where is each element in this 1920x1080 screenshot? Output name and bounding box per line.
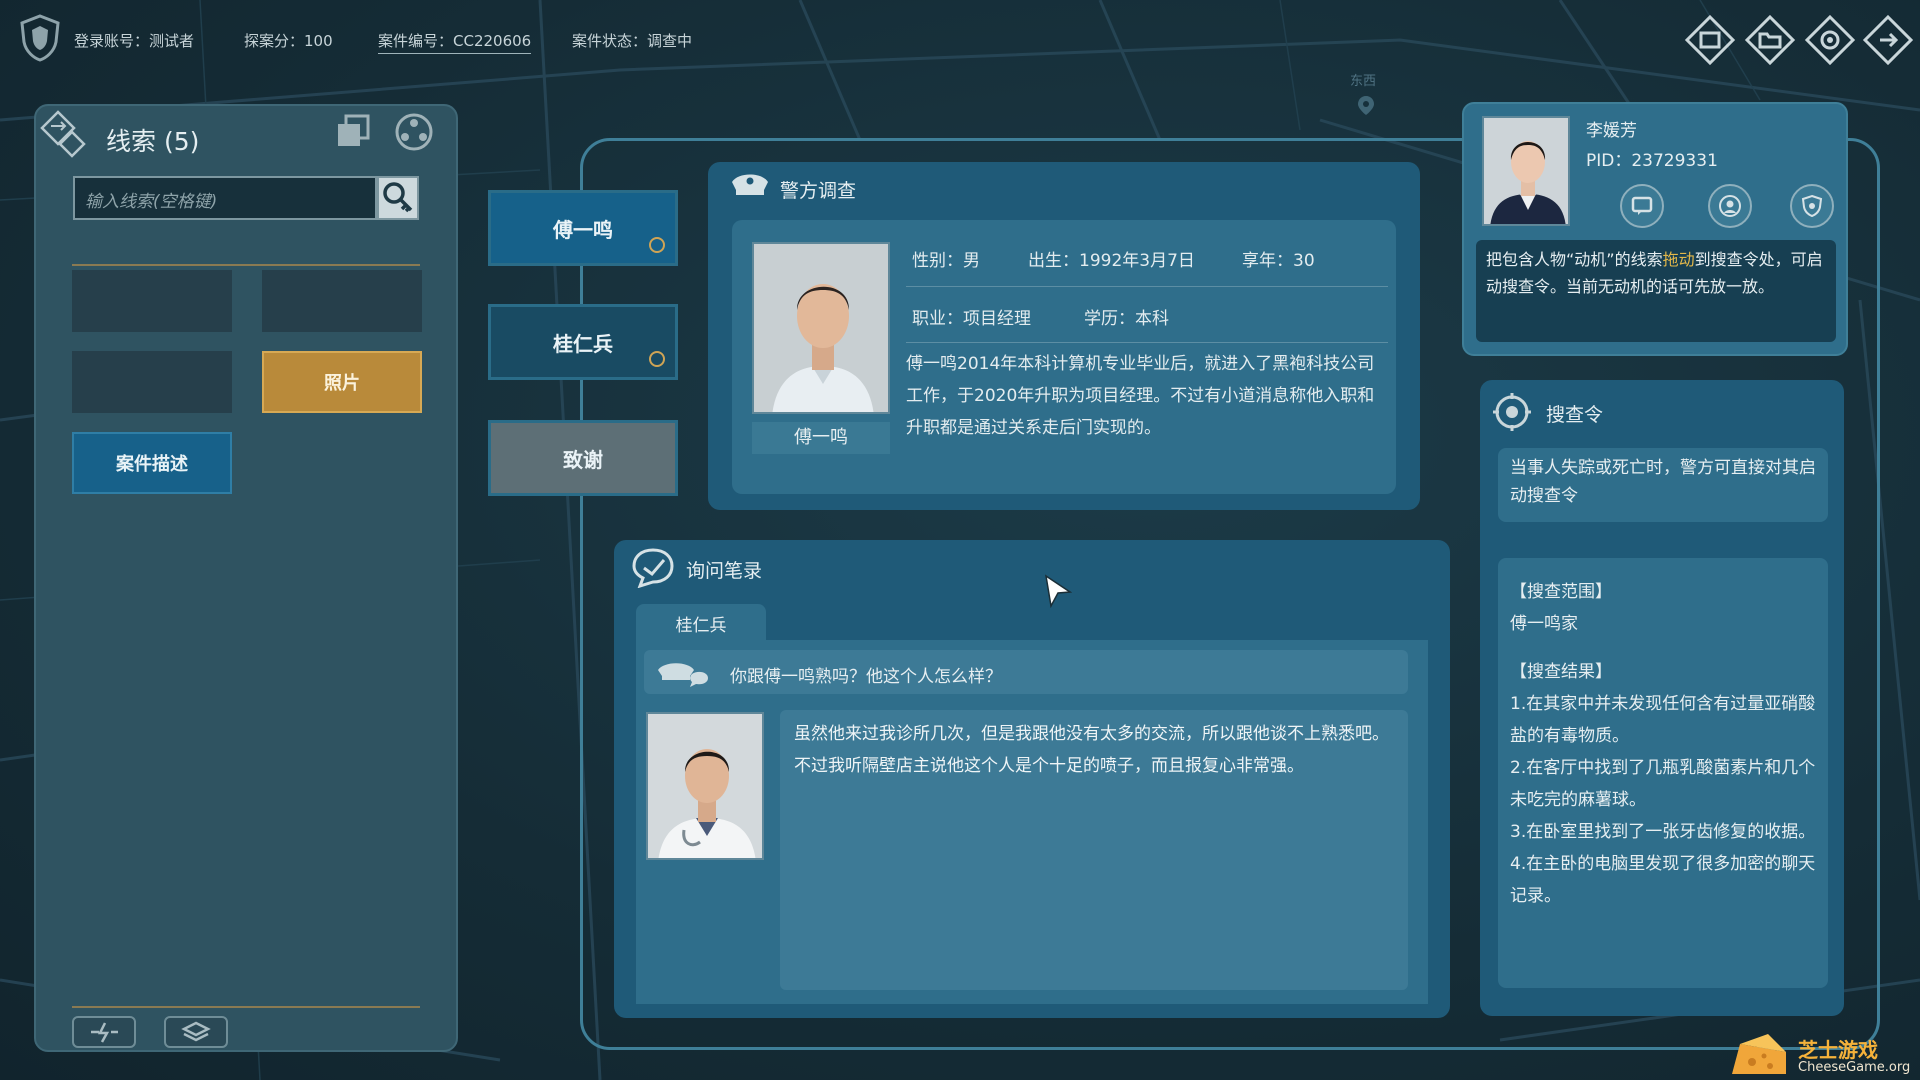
- search-order-target-icon: [1492, 392, 1532, 432]
- police-investigation-title: 警方调查: [780, 180, 857, 202]
- search-scope-value: 傅一鸣家: [1510, 614, 1578, 634]
- shield-icon: [1801, 194, 1823, 218]
- profile-divider: [906, 342, 1388, 343]
- question-row: 你跟傅一鸣熟吗？他这个人怎么样？: [644, 650, 1408, 694]
- folder-icon[interactable]: [1744, 14, 1796, 66]
- watermark-cn: 芝士游戏: [1798, 1038, 1878, 1062]
- account-label: 登录账号：: [74, 32, 150, 50]
- lightning-icon: [91, 1022, 118, 1043]
- new-info-dot-icon: [649, 351, 665, 367]
- answer-text: 虽然他来过我诊所几次，但是我跟他没有太多的交流，所以跟他谈不上熟悉吧。不过我听隔…: [780, 710, 1408, 990]
- clue-sort-icon[interactable]: [38, 108, 92, 162]
- police-hat-icon: [728, 168, 772, 202]
- case-id-value: CC220606: [453, 32, 532, 50]
- victim-portrait: [752, 242, 890, 414]
- search-result-item: 3.在卧室里找到了一张牙齿修复的收据。: [1510, 822, 1816, 842]
- score-value: 100: [304, 32, 333, 50]
- officer-portrait: [1482, 116, 1570, 226]
- police-officer-icon: [654, 656, 712, 688]
- map-label: 东西: [1350, 74, 1377, 89]
- account-value: 测试者: [149, 32, 195, 50]
- clue-slot-empty[interactable]: [72, 351, 232, 413]
- person-tab-thanks[interactable]: 致谢: [488, 420, 678, 496]
- clue-panel: [34, 104, 458, 1052]
- question-text: 你跟傅一鸣熟吗？他这个人怎么样？: [730, 667, 1002, 687]
- clue-divider-bottom: [72, 1006, 420, 1008]
- victim-birth: 出生：1992年3月7日: [1028, 251, 1195, 271]
- search-scope-title: 【搜查范围】: [1510, 582, 1612, 602]
- clue-search-input[interactable]: 输入线索(空格键): [73, 176, 377, 220]
- quick-action-button[interactable]: [72, 1016, 136, 1048]
- search-result-item: 1.在其家中并未发现任何含有过量亚硝酸盐的有毒物质。: [1510, 694, 1816, 746]
- clue-slot-empty[interactable]: [72, 270, 232, 332]
- clue-slot-empty[interactable]: [262, 270, 422, 332]
- officer-name: 李媛芳: [1586, 121, 1637, 141]
- police-badge-logo-icon: [18, 14, 62, 62]
- person-tab-label: 傅一鸣: [553, 217, 613, 242]
- score-label: 探案分：: [244, 32, 305, 50]
- officer-hint: 把包含人物“动机”的线索拖动到搜查令处，可启动搜查令。当前无动机的话可先放一放。: [1476, 240, 1836, 342]
- case-status-info: 案件状态：调查中: [572, 30, 692, 51]
- account-info: 登录账号：测试者: [74, 30, 194, 51]
- search-key-icon: [383, 182, 413, 213]
- score-info: 探案分：100: [244, 30, 333, 51]
- search-result-item: 2.在客厅中找到了几瓶乳酸菌素片和几个未吃完的麻薯球。: [1510, 758, 1816, 810]
- clue-search-button[interactable]: [377, 176, 419, 220]
- cursor-arrow-icon: [1044, 574, 1073, 609]
- search-result-item: 4.在主卧的电脑里发现了很多加密的聊天记录。: [1510, 854, 1816, 906]
- person-tab-fu-yiming[interactable]: 傅一鸣: [488, 190, 678, 266]
- layers-button[interactable]: [164, 1016, 228, 1048]
- copy-icon[interactable]: [334, 112, 374, 152]
- case-id-label: 案件编号：: [378, 32, 454, 50]
- clue-divider-top: [72, 264, 420, 266]
- interrogation-record-title: 询问笔录: [686, 560, 763, 582]
- watermark: 芝士游戏 CheeseGame.org: [1728, 1030, 1918, 1080]
- person-tab-label: 桂仁兵: [553, 331, 613, 356]
- victim-name: 傅一鸣: [752, 422, 890, 454]
- case-status-value: 调查中: [647, 32, 693, 50]
- officer-pid: PID：23729331: [1586, 151, 1718, 171]
- layers-icon: [181, 1021, 211, 1042]
- witness-portrait: [646, 712, 764, 860]
- officer-hint-text: 把包含人物“动机”的线索: [1486, 250, 1663, 269]
- cheese-logo-icon: [1732, 1034, 1786, 1074]
- person-tab-gui-renbing[interactable]: 桂仁兵: [488, 304, 678, 380]
- map-pin-icon[interactable]: [1355, 94, 1377, 116]
- fullscreen-icon[interactable]: [1684, 14, 1736, 66]
- chat-icon: [1631, 196, 1653, 215]
- user-icon: [1719, 195, 1741, 217]
- case-status-label: 案件状态：: [572, 32, 648, 50]
- person-tab-label: 致谢: [563, 447, 603, 472]
- exit-icon[interactable]: [1862, 14, 1914, 66]
- victim-education: 学历：本科: [1084, 309, 1169, 329]
- victim-gender: 性别：男: [912, 251, 980, 271]
- case-id-info[interactable]: 案件编号：CC220606: [378, 30, 532, 54]
- new-info-dot-icon: [649, 237, 665, 253]
- search-order-desc: 当事人失踪或死亡时，警方可直接对其启动搜查令: [1498, 448, 1828, 522]
- officer-badge-button[interactable]: [1790, 184, 1834, 228]
- search-order-title: 搜查令: [1546, 404, 1604, 426]
- profile-divider: [906, 286, 1388, 287]
- victim-age: 享年：30: [1242, 251, 1315, 271]
- record-tab-gui-renbing[interactable]: 桂仁兵: [636, 604, 766, 642]
- case-description-button[interactable]: 案件描述: [72, 432, 232, 494]
- victim-bio: 傅一鸣2014年本科计算机专业毕业后，就进入了黑袍科技公司工作，于2020年升职…: [906, 354, 1375, 438]
- gear-icon[interactable]: [1804, 14, 1856, 66]
- search-order-result[interactable]: 【搜查范围】 傅一鸣家 【搜查结果】 1.在其家中并未发现任何含有过量亚硝酸盐的…: [1498, 558, 1828, 988]
- clue-photo-button[interactable]: 照片: [262, 351, 422, 413]
- relation-network-icon[interactable]: [392, 110, 436, 154]
- officer-chat-button[interactable]: [1620, 184, 1664, 228]
- clue-title: 线索 (5): [106, 127, 200, 156]
- search-result-title: 【搜查结果】: [1510, 662, 1612, 682]
- interrogation-bubble-icon: [630, 546, 676, 589]
- officer-hint-highlight: 拖动: [1662, 250, 1695, 269]
- victim-job: 职业：项目经理: [912, 309, 1031, 329]
- watermark-en: CheeseGame.org: [1798, 1060, 1911, 1075]
- officer-profile-button[interactable]: [1708, 184, 1752, 228]
